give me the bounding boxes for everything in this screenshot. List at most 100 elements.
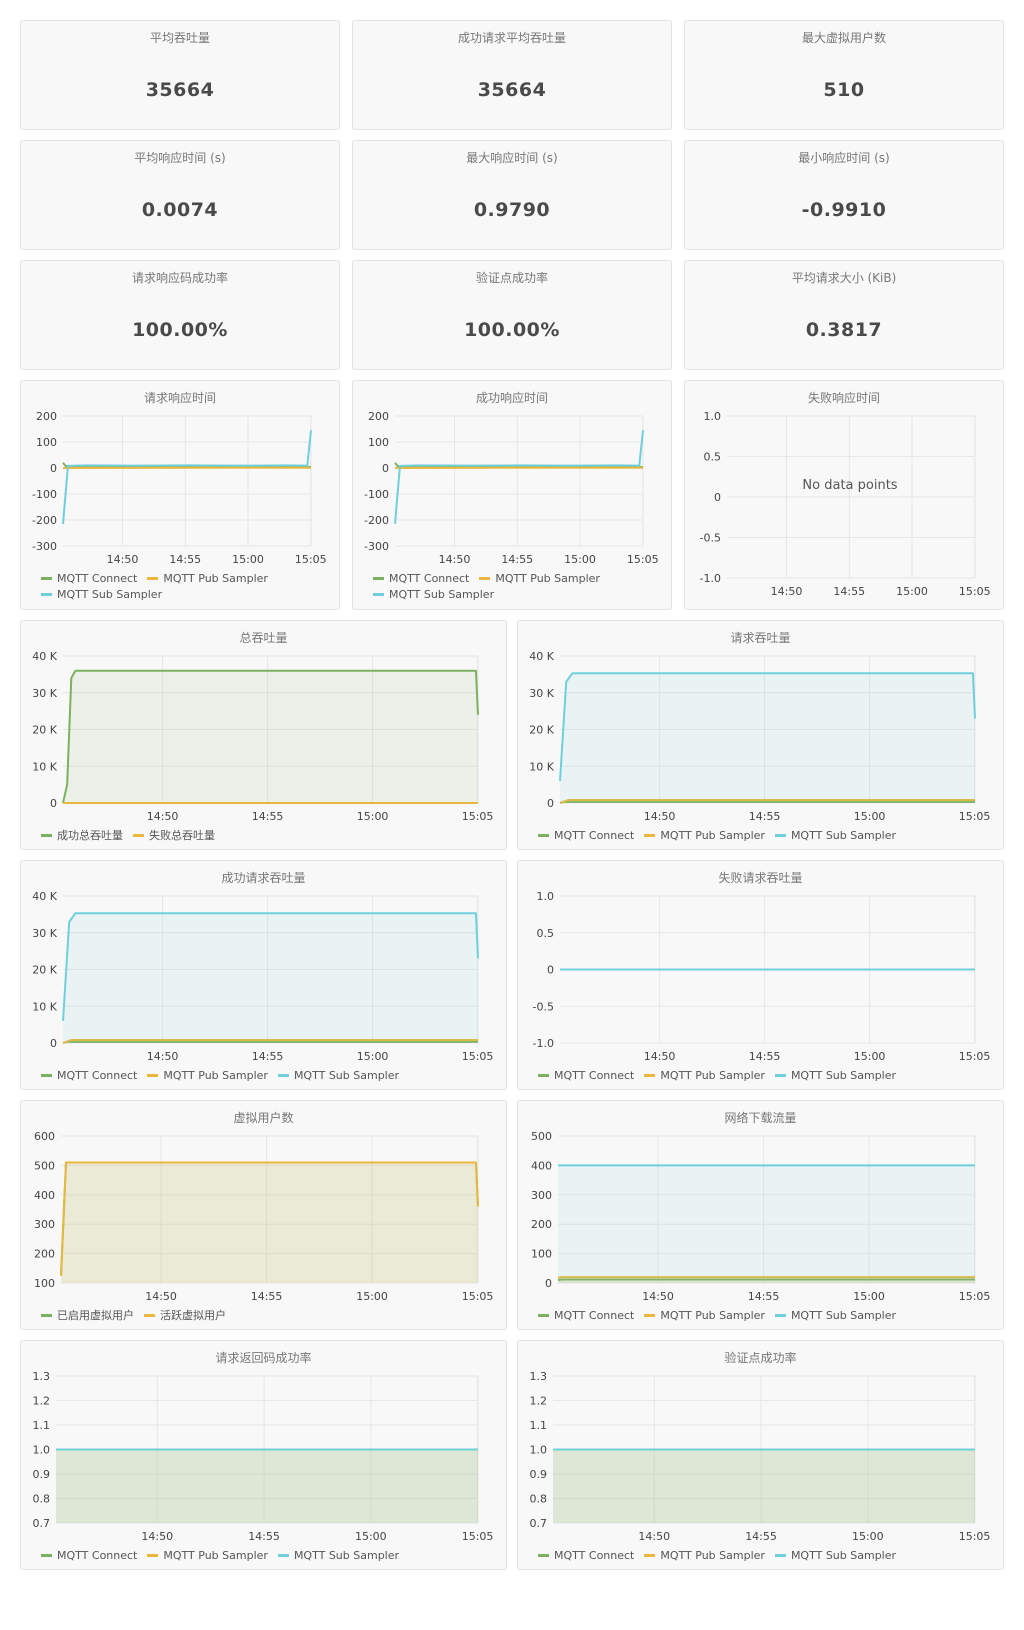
x-tick-label: 15:05 [462,810,494,823]
legend-item[interactable]: 失败总吞吐量 [133,828,215,844]
legend-item[interactable]: MQTT Pub Sampler [644,1068,765,1084]
legend-swatch [147,1553,159,1557]
panel-title: 平均请求大小 (KiB) [791,271,897,285]
legend-item[interactable]: MQTT Sub Sampler [774,1548,896,1564]
chart-svg: 1.3 1.2 1.1 1.0 0.9 0.8 0.7 14:50 14:55 15:00 15:0… [530,1370,991,1543]
x-tick-label: 15:00 [357,1050,389,1063]
legend-swatch [133,833,144,837]
y-tick-label: 200 [34,1248,55,1261]
chart-legend: MQTT Connect MQTT Pub Sampler MQTT Sub Sam… [538,1308,993,1324]
y-tick-label: 0.8 [530,1493,548,1506]
x-tick-label: 14:50 [145,1290,177,1303]
x-tick-label: 15:05 [959,585,991,598]
chart-legend: 已启用虚拟用户 活跃虚拟用户 [41,1308,496,1324]
legend-item[interactable]: MQTT Connect [41,571,137,587]
legend-label: MQTT Pub Sampler [163,572,268,585]
legend-item[interactable]: MQTT Connect [538,1308,634,1324]
y-tick-label: 400 [531,1159,552,1172]
legend-item[interactable]: MQTT Pub Sampler [147,1548,268,1564]
legend-item[interactable]: MQTT Connect [373,571,469,587]
y-tick-label: 0 [545,1277,552,1290]
legend-item[interactable]: MQTT Sub Sampler [774,1068,897,1084]
legend-item[interactable]: MQTT Connect [41,1548,137,1564]
legend-swatch [644,1073,656,1077]
legend-item[interactable]: MQTT Sub Sampler [277,1068,399,1084]
series-line-mqtt-sub-sampler [394,430,644,524]
y-tick-label: 100 [531,1248,552,1261]
chart-legend: MQTT Connect MQTT Pub Sampler MQTT Sub Sam… [41,1548,496,1564]
y-tick-label: -300 [32,540,57,553]
chart-legend: MQTT Connect MQTT Pub SamplerMQTT Sub Sam… [373,571,661,603]
legend-swatch [41,592,52,596]
y-tick-label: -0.5 [700,532,721,545]
y-tick-label: 0 [547,797,554,810]
legend-item[interactable]: MQTT Connect [41,1068,137,1084]
legend-item[interactable]: MQTT Pub Sampler [644,1308,765,1324]
series-line-mqtt-sub-sampler [62,430,312,524]
legend-swatch [277,1073,289,1077]
y-tick-label: 0.9 [33,1468,51,1481]
y-tick-label: 0 [50,462,57,475]
legend-item[interactable]: MQTT Sub Sampler [774,828,896,844]
x-tick-label: 15:05 [959,1530,991,1543]
legend-label: MQTT Connect [554,829,635,842]
chart-legend: MQTT Connect MQTT Pub Sampler MQTT Sub Sam… [538,1068,993,1084]
legend-item[interactable]: MQTT Connect [538,1548,634,1564]
legend-item[interactable]: MQTT Pub Sampler [147,571,268,587]
x-tick-label: 14:55 [248,1530,280,1543]
legend-label: MQTT Sub Sampler [790,1069,897,1082]
legend-item[interactable]: MQTT Pub Sampler [479,571,600,587]
legend-swatch [644,1553,656,1557]
series-area-mqtt-sub-sampler [560,673,975,803]
legend-item[interactable]: 成功总吞吐量 [41,828,123,844]
stat-value: 0.9790 [473,199,551,221]
y-tick-label: 1.2 [33,1395,51,1408]
y-tick-label: -0.5 [533,1000,554,1013]
legend-item[interactable]: MQTT Pub Sampler [644,828,765,844]
x-tick-label: 14:55 [749,810,781,823]
chart-panel-network-download: 网络下载流量 500 400 300 200 100 0 14:50 14:55 15:00 15… [517,1100,1004,1330]
chart-panel-checkpoint-success-rate: 验证点成功率 1.3 1.2 1.1 1.0 0.9 0.8 0.7 14:50 14:55 15… [517,1340,1004,1570]
chart-svg: 1.3 1.2 1.1 1.0 0.9 0.8 0.7 14:50 14:55 15:00 15:0… [33,1370,494,1543]
stat-panel-avg-request-size: 平均请求大小 (KiB) 0.3817 [684,260,1004,370]
legend-item[interactable]: MQTT Connect [538,1068,634,1084]
legend-item[interactable]: MQTT Pub Sampler [644,1548,765,1564]
y-tick-label: -100 [364,488,389,501]
x-tick-label: 14:55 [501,553,533,566]
legend-swatch [479,576,491,580]
legend-swatch [147,1073,159,1077]
legend-item[interactable]: MQTT Sub Sampler [277,1548,399,1564]
legend-item[interactable]: MQTT Pub Sampler [147,1068,268,1084]
x-tick-label: 15:00 [854,1050,886,1063]
y-tick-label: 0 [50,1037,57,1050]
chart-svg: 40 K 30 K 20 K 10 K 0 14:50 14:55 15:00 15:05 [32,650,494,823]
legend-item[interactable]: 已启用虚拟用户 [41,1308,134,1324]
legend-item[interactable]: MQTT Sub Sampler [41,587,162,603]
legend-swatch [41,576,52,580]
series-area-mqtt-sub-sampler [56,1449,478,1523]
x-tick-label: 14:50 [147,1050,179,1063]
y-tick-label: 0.9 [530,1468,548,1481]
legend-swatch [774,1313,786,1317]
chart-svg: 600 500 400 300 200 100 14:50 14:55 15:00 15:05 [34,1130,493,1303]
stat-value: 35664 [145,79,215,101]
y-tick-label: 0.5 [537,927,555,940]
legend-label: MQTT Pub Sampler [660,1069,765,1082]
stat-value: 100.00% [132,319,228,341]
y-tick-label: -1.0 [700,572,721,585]
y-tick-label: 10 K [32,1000,57,1013]
y-tick-label: 0.5 [704,451,722,464]
y-tick-label: 1.2 [530,1395,548,1408]
y-tick-label: 300 [531,1189,552,1202]
x-tick-label: 15:05 [959,1290,991,1303]
y-tick-label: 30 K [529,687,554,700]
legend-swatch [147,576,159,580]
series-area-series [61,1162,478,1283]
legend-item[interactable]: MQTT Connect [538,828,634,844]
panel-title: 成功请求平均吞吐量 [457,31,566,45]
panel-title: 最小响应时间 (s) [798,151,890,165]
legend-item[interactable]: MQTT Sub Sampler [774,1308,896,1324]
chart-panel-request-response-time: 请求响应时间 200 100 0 -100 -200 -300 14:50 14:55 15:0… [20,380,340,610]
legend-item[interactable]: MQTT Sub Sampler [373,587,494,603]
legend-item[interactable]: 活跃虚拟用户 [144,1308,226,1324]
